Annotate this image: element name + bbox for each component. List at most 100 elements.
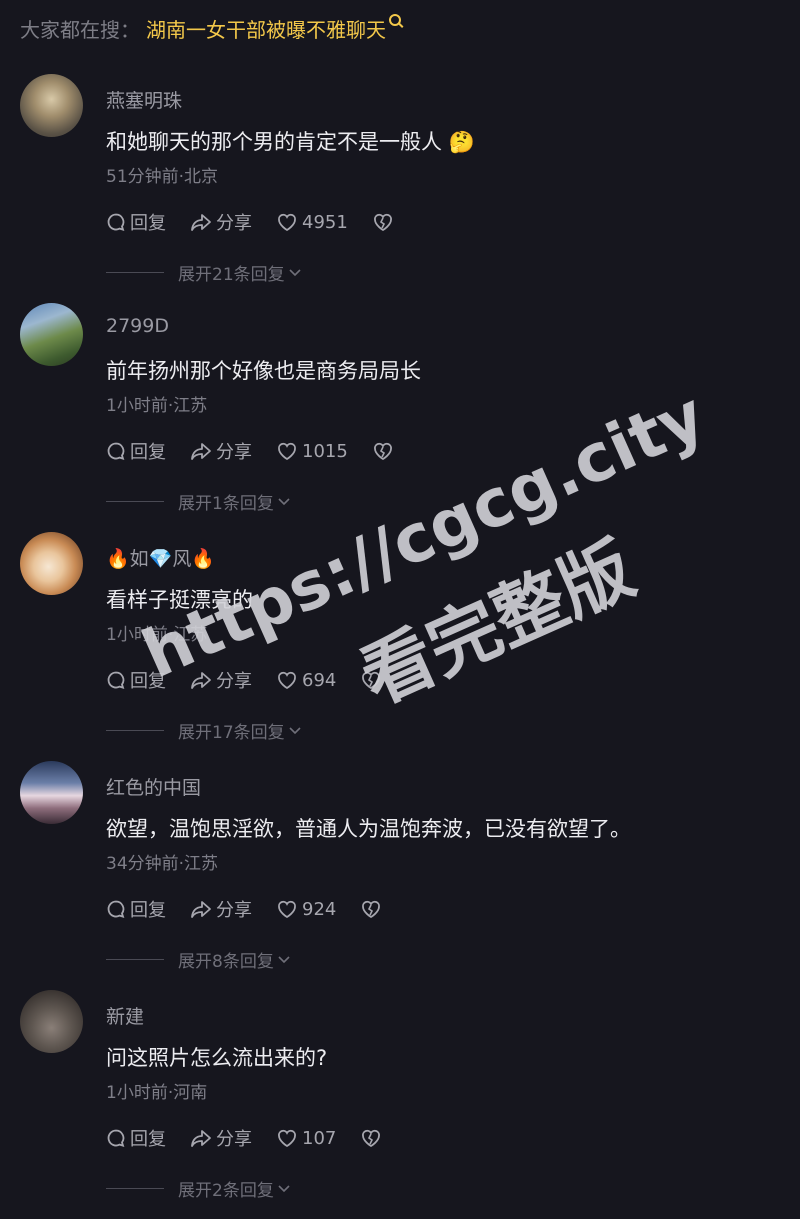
comment-text: 前年扬州那个好像也是商务局局长 bbox=[106, 359, 421, 383]
divider-line bbox=[106, 272, 164, 273]
chevron-down-icon bbox=[278, 497, 290, 505]
share-button[interactable]: 分享 bbox=[190, 896, 252, 922]
thinking-emoji: 🤔 bbox=[448, 130, 475, 154]
comment-username[interactable]: 燕塞明珠 bbox=[106, 86, 182, 113]
reply-icon bbox=[107, 900, 125, 918]
comment-username[interactable]: 新建 bbox=[106, 1002, 144, 1029]
expand-label: 展开2条回复 bbox=[178, 1181, 274, 1201]
avatar[interactable] bbox=[20, 990, 83, 1053]
expand-label: 展开1条回复 bbox=[178, 494, 274, 514]
reply-icon bbox=[107, 1129, 125, 1147]
comment-item: 燕塞明珠 和她聊天的那个男的肯定不是一般人 🤔 51分钟前·北京 回复 分享 4… bbox=[0, 74, 800, 303]
comment-item: 🔥如💎风🔥 看样子挺漂亮的 1小时前·江苏 回复 分享 694 展开17条回复 bbox=[0, 532, 800, 761]
share-icon bbox=[191, 443, 211, 460]
share-button[interactable]: 分享 bbox=[190, 438, 252, 464]
comment-actions: 回复 分享 694 bbox=[106, 667, 410, 693]
dislike-button[interactable] bbox=[360, 899, 386, 919]
expand-replies-button[interactable]: 展开1条回复 bbox=[106, 489, 290, 514]
search-icon[interactable] bbox=[389, 14, 401, 26]
chevron-down-icon bbox=[289, 726, 301, 734]
reply-icon bbox=[107, 213, 125, 231]
comment-item: 新建 问这照片怎么流出来的? 1小时前·河南 回复 分享 107 展开2条回复 bbox=[0, 990, 800, 1219]
like-button[interactable]: 107 bbox=[276, 1128, 336, 1149]
chevron-down-icon bbox=[289, 268, 301, 276]
comment-meta: 34分钟前·江苏 bbox=[106, 854, 219, 874]
like-button[interactable]: 694 bbox=[276, 670, 336, 691]
avatar[interactable] bbox=[20, 303, 83, 366]
broken-heart-icon bbox=[373, 442, 392, 461]
broken-heart-icon bbox=[362, 1129, 381, 1148]
comment-text: 和她聊天的那个男的肯定不是一般人 🤔 bbox=[106, 126, 475, 156]
divider-line bbox=[106, 959, 164, 960]
share-icon bbox=[191, 672, 211, 689]
broken-heart-icon bbox=[362, 900, 381, 919]
share-label: 分享 bbox=[216, 442, 252, 463]
dislike-button[interactable] bbox=[372, 212, 398, 232]
reply-button[interactable]: 回复 bbox=[106, 1125, 166, 1151]
expand-replies-button[interactable]: 展开17条回复 bbox=[106, 718, 301, 743]
reply-label: 回复 bbox=[130, 900, 166, 921]
comment-meta: 1小时前·江苏 bbox=[106, 396, 208, 416]
chevron-down-icon bbox=[278, 955, 290, 963]
dislike-button[interactable] bbox=[360, 1128, 386, 1148]
heart-icon bbox=[278, 213, 296, 232]
like-button[interactable]: 924 bbox=[276, 899, 336, 920]
search-suggestion-bar[interactable]: 大家都在搜： 湖南一女干部被曝不雅聊天 bbox=[20, 12, 401, 44]
expand-replies-button[interactable]: 展开21条回复 bbox=[106, 260, 301, 285]
like-count: 4951 bbox=[302, 211, 348, 233]
reply-label: 回复 bbox=[130, 442, 166, 463]
comment-text: 看样子挺漂亮的 bbox=[106, 588, 253, 612]
comment-item: 红色的中国 欲望，温饱思淫欲，普通人为温饱奔波，已没有欲望了。 34分钟前·江苏… bbox=[0, 761, 800, 990]
like-count: 694 bbox=[302, 669, 337, 691]
search-prefix: 大家都在搜： bbox=[20, 17, 140, 42]
comment-meta: 1小时前·河南 bbox=[106, 1083, 208, 1103]
share-label: 分享 bbox=[216, 213, 252, 234]
reply-button[interactable]: 回复 bbox=[106, 667, 166, 693]
like-count: 1015 bbox=[302, 440, 348, 462]
broken-heart-icon bbox=[373, 213, 392, 232]
expand-replies-button[interactable]: 展开2条回复 bbox=[106, 1176, 290, 1201]
reply-button[interactable]: 回复 bbox=[106, 896, 166, 922]
comment-username[interactable]: 🔥如💎风🔥 bbox=[106, 544, 215, 571]
comment-actions: 回复 分享 924 bbox=[106, 896, 410, 922]
share-button[interactable]: 分享 bbox=[190, 1125, 252, 1151]
share-label: 分享 bbox=[216, 671, 252, 692]
share-label: 分享 bbox=[216, 900, 252, 921]
heart-icon bbox=[278, 442, 296, 461]
dislike-button[interactable] bbox=[372, 441, 398, 461]
comment-actions: 回复 分享 107 bbox=[106, 1125, 410, 1151]
divider-line bbox=[106, 1188, 164, 1189]
reply-label: 回复 bbox=[130, 1129, 166, 1150]
reply-button[interactable]: 回复 bbox=[106, 438, 166, 464]
like-count: 107 bbox=[302, 1127, 337, 1149]
avatar[interactable] bbox=[20, 532, 83, 595]
heart-icon bbox=[278, 900, 296, 919]
comment-actions: 回复 分享 4951 bbox=[106, 209, 422, 235]
avatar[interactable] bbox=[20, 761, 83, 824]
reply-icon bbox=[107, 442, 125, 460]
comment-username[interactable]: 红色的中国 bbox=[106, 773, 201, 800]
comment-text: 欲望，温饱思淫欲，普通人为温饱奔波，已没有欲望了。 bbox=[106, 817, 631, 841]
like-button[interactable]: 1015 bbox=[276, 441, 348, 462]
share-button[interactable]: 分享 bbox=[190, 667, 252, 693]
dislike-button[interactable] bbox=[360, 670, 386, 690]
reply-button[interactable]: 回复 bbox=[106, 209, 166, 235]
share-icon bbox=[191, 214, 211, 231]
share-label: 分享 bbox=[216, 1129, 252, 1150]
comment-username[interactable]: 2799D bbox=[106, 315, 169, 337]
reply-label: 回复 bbox=[130, 213, 166, 234]
comment-text-body: 和她聊天的那个男的肯定不是一般人 bbox=[106, 130, 442, 154]
share-icon bbox=[191, 1130, 211, 1147]
chevron-down-icon bbox=[278, 1184, 290, 1192]
comment-item: 2799D 前年扬州那个好像也是商务局局长 1小时前·江苏 回复 分享 1015… bbox=[0, 303, 800, 532]
share-button[interactable]: 分享 bbox=[190, 209, 252, 235]
avatar[interactable] bbox=[20, 74, 83, 137]
comment-meta: 1小时前·江苏 bbox=[106, 625, 208, 645]
reply-icon bbox=[107, 671, 125, 689]
like-button[interactable]: 4951 bbox=[276, 212, 348, 233]
search-term-link[interactable]: 湖南一女干部被曝不雅聊天 bbox=[146, 14, 386, 43]
divider-line bbox=[106, 730, 164, 731]
comment-text: 问这照片怎么流出来的? bbox=[106, 1046, 328, 1070]
expand-replies-button[interactable]: 展开8条回复 bbox=[106, 947, 290, 972]
like-count: 924 bbox=[302, 898, 337, 920]
